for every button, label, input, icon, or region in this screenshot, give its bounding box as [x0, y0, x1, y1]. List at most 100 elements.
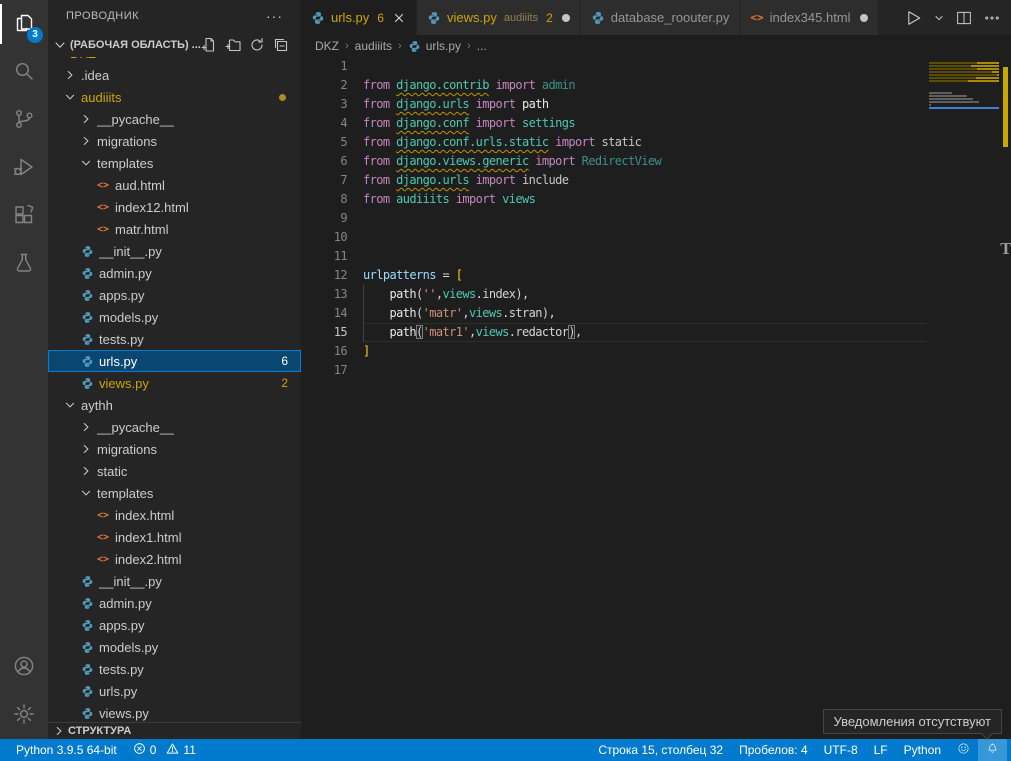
- tree-item-views.py[interactable]: views.py2: [48, 372, 301, 394]
- tree-item-index.html[interactable]: <>index.html: [48, 504, 301, 526]
- tab-views.py[interactable]: views.pyaudiiits2: [417, 0, 581, 35]
- activity-item-extensions[interactable]: [0, 192, 48, 240]
- code-line-6[interactable]: 6from django.views.generic import Redire…: [301, 152, 1011, 171]
- notifications-tooltip: Уведомления отсутствуют: [823, 709, 1002, 734]
- status-cursor-position[interactable]: Строка 15, столбец 32: [590, 739, 731, 761]
- code-line-1[interactable]: 1: [301, 57, 1011, 76]
- activity-bar-bottom: [0, 643, 48, 739]
- status-feedback[interactable]: [949, 739, 978, 761]
- status-eol[interactable]: LF: [866, 739, 896, 761]
- tab-index345.html[interactable]: <>index345.html: [740, 0, 878, 35]
- breadcrumb-item-DKZ[interactable]: DKZ: [315, 39, 339, 53]
- activity-item-search[interactable]: [0, 48, 48, 96]
- code-line-16[interactable]: 16]: [301, 342, 1011, 361]
- tree-item-DKZ[interactable]: DKZ: [48, 57, 301, 64]
- tree-item-admin.py[interactable]: admin.py: [48, 262, 301, 284]
- activity-item-testing[interactable]: [0, 240, 48, 288]
- chevron-down-icon: [78, 155, 94, 171]
- tree-item-label: __pycache__: [97, 112, 174, 127]
- status-indentation[interactable]: Пробелов: 4: [731, 739, 816, 761]
- tree-item-urls.py[interactable]: urls.py: [48, 680, 301, 702]
- code-line-9[interactable]: 9: [301, 209, 1011, 228]
- tree-item-.idea[interactable]: .idea: [48, 64, 301, 86]
- tree-item-models.py[interactable]: models.py: [48, 306, 301, 328]
- outline-section-header[interactable]: СТРУКТУРА: [48, 722, 301, 739]
- breadcrumb-item-audiiits[interactable]: audiiits: [355, 39, 392, 53]
- tree-item-admin.py[interactable]: admin.py: [48, 592, 301, 614]
- activity-item-settings[interactable]: [0, 691, 48, 739]
- code-line-2[interactable]: 2from django.contrib import admin: [301, 76, 1011, 95]
- refresh-icon[interactable]: [249, 37, 265, 53]
- sidebar-more-actions-icon[interactable]: ···: [266, 8, 283, 24]
- new-file-icon[interactable]: [201, 37, 217, 53]
- tree-item-migrations[interactable]: migrations: [48, 438, 301, 460]
- tree-item-tests.py[interactable]: tests.py: [48, 328, 301, 350]
- run-python-file-button[interactable]: [903, 8, 923, 28]
- tree-item-index12.html[interactable]: <>index12.html: [48, 196, 301, 218]
- split-editor-button[interactable]: [955, 9, 973, 27]
- extensions-icon: [12, 203, 36, 230]
- breadcrumb-item-urls.py[interactable]: urls.py: [408, 39, 461, 53]
- tree-item-__pycache__[interactable]: __pycache__: [48, 416, 301, 438]
- tree-item-templates[interactable]: templates: [48, 152, 301, 174]
- close-icon[interactable]: [392, 11, 406, 25]
- code-line-12[interactable]: 12urlpatterns = [: [301, 266, 1011, 285]
- run-dropdown-button[interactable]: [933, 12, 945, 24]
- code-line-7[interactable]: 7from django.urls import include: [301, 171, 1011, 190]
- activity-item-run-debug[interactable]: [0, 144, 48, 192]
- tree-item-index2.html[interactable]: <>index2.html: [48, 548, 301, 570]
- code-line-3[interactable]: 3from django.urls import path: [301, 95, 1011, 114]
- minimap-line: [929, 104, 999, 106]
- minimap-line: [929, 77, 999, 79]
- code-line-content: path('matr',views.stran),: [363, 304, 927, 323]
- tree-item-tests.py[interactable]: tests.py: [48, 658, 301, 680]
- tree-item-apps.py[interactable]: apps.py: [48, 284, 301, 306]
- more-actions-button[interactable]: [983, 9, 1001, 27]
- breadcrumb-item-...[interactable]: ...: [477, 39, 487, 53]
- status-notifications[interactable]: [978, 739, 1007, 761]
- activity-item-accounts[interactable]: [0, 643, 48, 691]
- activity-item-source-control[interactable]: [0, 96, 48, 144]
- status-language-mode[interactable]: Python: [896, 739, 949, 761]
- code-line-17[interactable]: 17: [301, 361, 1011, 380]
- code-line-5[interactable]: 5from django.conf.urls.static import sta…: [301, 133, 1011, 152]
- activity-item-explorer[interactable]: 3: [0, 0, 48, 48]
- tree-item-aythh[interactable]: aythh: [48, 394, 301, 416]
- tab-urls.py[interactable]: urls.py6: [301, 0, 417, 35]
- code-line-10[interactable]: 10: [301, 228, 1011, 247]
- modified-dot-icon[interactable]: [860, 14, 868, 22]
- minimap[interactable]: [929, 59, 999, 112]
- code-line-8[interactable]: 8from audiiits import views: [301, 190, 1011, 209]
- code-line-4[interactable]: 4from django.conf import settings: [301, 114, 1011, 133]
- tree-item-templates[interactable]: templates: [48, 482, 301, 504]
- code-editor[interactable]: 12from django.contrib import admin3from …: [301, 57, 1011, 739]
- html-file-icon: <>: [94, 202, 112, 213]
- new-folder-icon[interactable]: [225, 37, 241, 53]
- overview-ruler[interactable]: T: [1000, 57, 1011, 739]
- status-python-interpreter[interactable]: Python 3.9.5 64-bit: [8, 739, 125, 761]
- code-line-13[interactable]: 13 path('',views.index),: [301, 285, 1011, 304]
- modified-dot-icon[interactable]: [562, 14, 570, 22]
- tree-item-__pycache__[interactable]: __pycache__: [48, 108, 301, 130]
- collapse-all-icon[interactable]: [273, 37, 289, 53]
- code-line-15[interactable]: 15 path('matr1',views.redactor),: [301, 323, 1011, 342]
- tree-item-migrations[interactable]: migrations: [48, 130, 301, 152]
- code-line-11[interactable]: 11: [301, 247, 1011, 266]
- tree-item-models.py[interactable]: models.py: [48, 636, 301, 658]
- status-encoding[interactable]: UTF-8: [816, 739, 866, 761]
- tree-item-index1.html[interactable]: <>index1.html: [48, 526, 301, 548]
- tree-item-audiiits[interactable]: audiiits: [48, 86, 301, 108]
- workspace-section-header[interactable]: (РАБОЧАЯ ОБЛАСТЬ) ...: [48, 32, 301, 57]
- tree-item-urls.py[interactable]: urls.py6: [48, 350, 301, 372]
- tree-item-__init__.py[interactable]: __init__.py: [48, 240, 301, 262]
- tree-item-matr.html[interactable]: <>matr.html: [48, 218, 301, 240]
- tree-item-static[interactable]: static: [48, 460, 301, 482]
- code-line-14[interactable]: 14 path('matr',views.stran),: [301, 304, 1011, 323]
- tree-item-apps.py[interactable]: apps.py: [48, 614, 301, 636]
- tree-item-__init__.py[interactable]: __init__.py: [48, 570, 301, 592]
- tab-database_roouter.py[interactable]: database_roouter.py: [581, 0, 741, 35]
- tree-item-label: tests.py: [99, 332, 144, 347]
- status-problems[interactable]: 011: [125, 739, 204, 761]
- tree-item-aud.html[interactable]: <>aud.html: [48, 174, 301, 196]
- tree-item-views.py[interactable]: views.py: [48, 702, 301, 722]
